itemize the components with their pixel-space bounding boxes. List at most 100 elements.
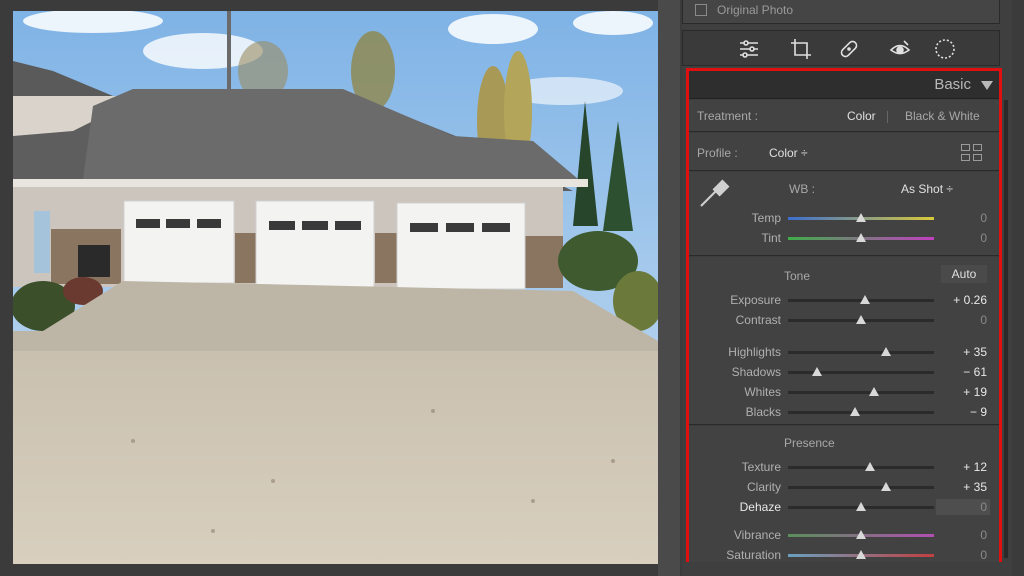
tone-auto-button[interactable]: Auto [941, 265, 987, 283]
slider-label-shadows: Shadows [731, 365, 781, 379]
slider-track-blacks[interactable] [788, 407, 934, 416]
slider-label-texture: Texture [741, 460, 781, 474]
slider-value-texture[interactable]: + 12 [939, 460, 987, 474]
slider-value-temp[interactable]: 0 [939, 211, 987, 225]
slider-label-exposure: Exposure [730, 293, 781, 307]
slider-track-vibrance[interactable] [788, 530, 934, 539]
slider-thumb-clarity[interactable] [880, 482, 891, 491]
slider-label-saturation: Saturation [726, 548, 781, 562]
slider-thumb-dehaze[interactable] [856, 502, 866, 511]
slider-track-highlights[interactable] [788, 347, 934, 356]
slider-thumb-vibrance[interactable] [856, 530, 866, 539]
treatment-bw-button[interactable]: Black & White [905, 109, 980, 123]
slider-value-whites[interactable]: + 19 [939, 385, 987, 399]
slider-row-exposure: Exposure + 0.26 [689, 291, 999, 309]
slider-thumb-texture[interactable] [864, 462, 875, 471]
slider-track-whites[interactable] [788, 387, 934, 396]
slider-label-clarity: Clarity [746, 480, 781, 494]
slider-track-saturation[interactable] [788, 550, 934, 559]
slider-thumb-contrast[interactable] [856, 315, 866, 324]
slider-label-highlights: Highlights [728, 345, 781, 359]
app-window: Original Photo Basic Treatment: Color B… [0, 0, 1024, 576]
slider-value-clarity[interactable]: + 35 [939, 480, 987, 494]
photo-preview[interactable] [13, 11, 658, 564]
slider-row-shadows: Shadows − 61 [689, 363, 999, 381]
slider-label-temp: Temp [751, 211, 781, 225]
slider-thumb-tint[interactable] [856, 233, 866, 242]
slider-value-tint[interactable]: 0 [939, 231, 987, 245]
presence-label: Presence [784, 436, 835, 450]
develop-panel: Original Photo Basic Treatment: Color B… [682, 0, 1012, 576]
slider-thumb-blacks[interactable] [850, 407, 861, 416]
collapse-triangle-icon[interactable] [981, 81, 993, 90]
original-photo-label: Original Photo [717, 3, 794, 17]
slider-value-contrast[interactable]: 0 [939, 313, 987, 327]
slider-row-highlights: Highlights + 35 [689, 343, 999, 361]
slider-label-contrast: Contrast [735, 313, 781, 327]
treatment-label: Treatment : [697, 109, 758, 123]
original-photo-checkbox[interactable] [695, 4, 707, 16]
crop-icon[interactable] [789, 37, 813, 61]
treatment-color-button[interactable]: Color [847, 109, 876, 123]
mask-icon[interactable] [933, 37, 957, 61]
slider-row-contrast: Contrast 0 [689, 311, 999, 329]
slider-row-saturation: Saturation 0 [689, 546, 999, 564]
slider-track-texture[interactable] [788, 462, 934, 471]
wb-section: WB : As Shot ÷ Temp 0 Tint 0 [689, 172, 999, 256]
slider-value-saturation[interactable]: 0 [939, 548, 987, 562]
slider-thumb-shadows[interactable] [812, 367, 823, 376]
slider-value-blacks[interactable]: − 9 [939, 405, 987, 419]
slider-thumb-highlights[interactable] [880, 347, 891, 356]
basic-header[interactable]: Basic [689, 71, 999, 99]
slider-label-blacks: Blacks [745, 405, 781, 419]
sliders-icon[interactable] [737, 37, 761, 61]
original-photo-row[interactable]: Original Photo [682, 0, 1000, 24]
slider-track-temp[interactable] [788, 213, 934, 222]
slider-value-shadows[interactable]: − 61 [939, 365, 987, 379]
slider-track-contrast[interactable] [788, 315, 934, 324]
profile-select[interactable]: Color ÷ [769, 146, 808, 160]
slider-thumb-whites[interactable] [869, 387, 880, 396]
slider-label-vibrance: Vibrance [733, 528, 781, 542]
slider-label-whites: Whites [744, 385, 781, 399]
tone-label: Tone [784, 269, 811, 283]
slider-row-temp: Temp 0 [689, 209, 999, 227]
photo-image [13, 11, 658, 564]
panel-scrollbar[interactable] [1004, 100, 1008, 558]
treatment-row: Treatment : Color Black & White [689, 100, 999, 132]
slider-thumb-exposure[interactable] [860, 295, 871, 304]
tone-section: Tone Auto Exposure + 0.26 Contrast 0 Highli… [689, 257, 999, 425]
wb-select[interactable]: As Shot ÷ [901, 182, 953, 196]
slider-row-texture: Texture + 12 [689, 458, 999, 476]
slider-row-dehaze: Dehaze 0 [689, 498, 999, 516]
slider-row-blacks: Blacks − 9 [689, 403, 999, 421]
slider-thumb-temp[interactable] [856, 213, 866, 222]
slider-track-shadows[interactable] [788, 367, 934, 376]
slider-track-clarity[interactable] [788, 482, 934, 491]
slider-value-vibrance[interactable]: 0 [939, 528, 987, 542]
slider-row-whites: Whites + 19 [689, 383, 999, 401]
slider-track-dehaze[interactable] [788, 502, 934, 511]
profile-label: Profile : [697, 146, 738, 160]
basic-title: Basic [934, 76, 971, 93]
slider-track-exposure[interactable] [788, 295, 934, 304]
panel-divider[interactable] [658, 0, 680, 576]
slider-row-vibrance: Vibrance 0 [689, 526, 999, 544]
eyedropper-icon[interactable] [697, 176, 731, 210]
slider-value-highlights[interactable]: + 35 [939, 345, 987, 359]
basic-panel: Basic Treatment : Color Black & White Pr… [686, 68, 1002, 562]
slider-value-exposure[interactable]: + 0.26 [939, 293, 987, 307]
slider-label-dehaze: Dehaze [739, 500, 781, 514]
profile-browser-icon[interactable] [961, 144, 982, 161]
slider-row-tint: Tint 0 [689, 229, 999, 247]
slider-row-clarity: Clarity + 35 [689, 478, 999, 496]
presence-section: Presence Texture + 12 Clarity + 35 Dehaze 0 V… [689, 426, 999, 562]
slider-thumb-saturation[interactable] [856, 550, 866, 559]
slider-label-tint: Tint [761, 231, 781, 245]
slider-value-dehaze[interactable]: 0 [939, 500, 987, 514]
wb-label: WB : [789, 182, 815, 196]
redeye-icon[interactable] [888, 37, 912, 61]
treatment-separator [887, 111, 888, 123]
healing-icon[interactable] [837, 37, 861, 61]
slider-track-tint[interactable] [788, 233, 934, 242]
